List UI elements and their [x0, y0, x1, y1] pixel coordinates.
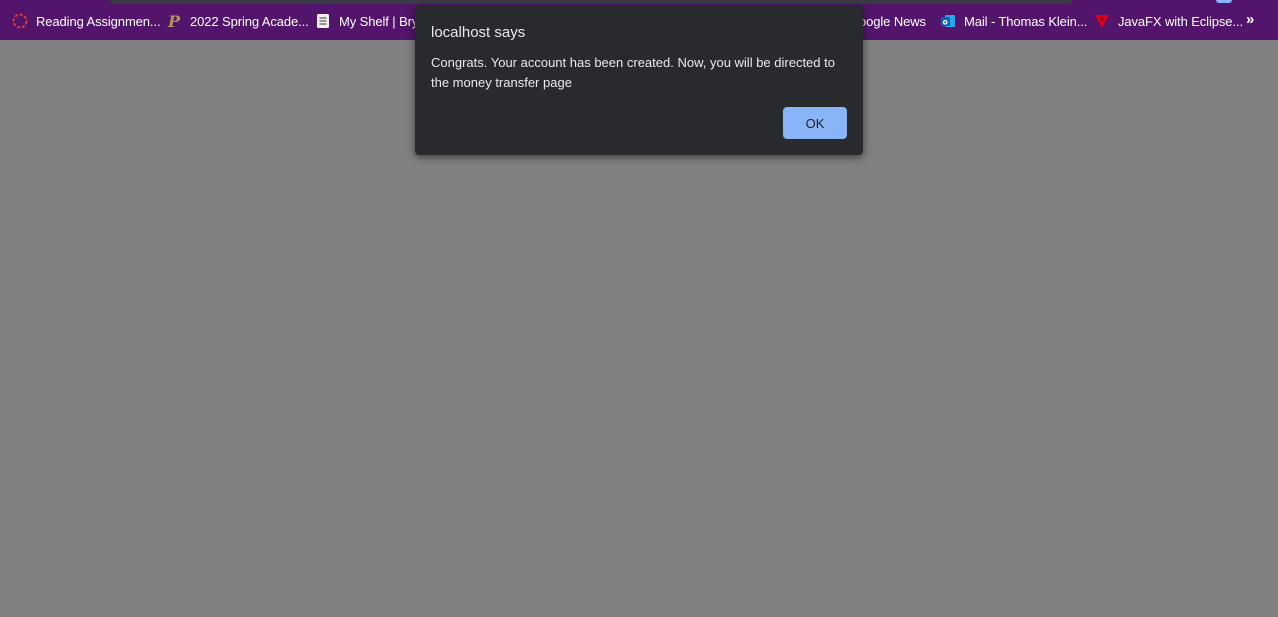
- bookmark-google-news[interactable]: oogle News: [859, 10, 926, 32]
- address-bar-edge[interactable]: [110, 0, 1072, 4]
- bookmark-spring-academic[interactable]: P 2022 Spring Acade...: [166, 10, 309, 32]
- bookmark-javafx[interactable]: JavaFX with Eclipse...: [1094, 10, 1243, 32]
- bookmark-my-shelf[interactable]: My Shelf | Bryt: [315, 10, 422, 32]
- bookmark-label: My Shelf | Bryt: [339, 13, 422, 29]
- bookmark-label: oogle News: [859, 13, 926, 29]
- svg-text:o: o: [943, 18, 948, 27]
- dialog-message: Congrats. Your account has been created.…: [431, 55, 835, 90]
- bookmark-label: Mail - Thomas Klein...: [964, 13, 1088, 29]
- bookmark-label: 2022 Spring Acade...: [190, 13, 309, 29]
- ok-button[interactable]: OK: [783, 107, 847, 139]
- document-icon: [315, 13, 331, 29]
- alert-dialog: localhost says Congrats. Your account ha…: [415, 5, 863, 155]
- more-bookmarks-chevron-icon[interactable]: »: [1246, 11, 1254, 28]
- bookmark-mail[interactable]: o Mail - Thomas Klein...: [940, 10, 1087, 32]
- bookmark-label: JavaFX with Eclipse...: [1118, 13, 1243, 29]
- svg-text:P: P: [167, 13, 181, 29]
- p-logo-icon: P: [166, 13, 182, 29]
- outlook-icon: o: [940, 13, 956, 29]
- profile-avatar-edge[interactable]: [1216, 0, 1232, 3]
- bookmark-reading-assignment[interactable]: Reading Assignmen...: [12, 10, 161, 32]
- bookmark-label: Reading Assignmen...: [36, 13, 161, 29]
- dialog-title: localhost says: [431, 24, 526, 41]
- vivaldi-icon: [1094, 13, 1110, 29]
- reading-assignment-icon: [12, 13, 28, 29]
